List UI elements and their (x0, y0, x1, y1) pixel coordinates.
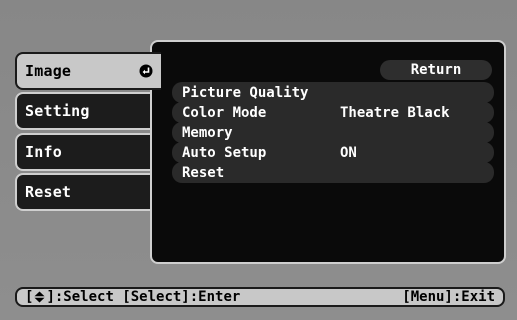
tab-image[interactable]: Image (15, 52, 161, 90)
tab-label: Reset (25, 183, 72, 201)
menu-item-reset[interactable]: Reset (172, 162, 494, 183)
help-select-hint: [ ]:Select [Select]:Enter (25, 289, 402, 305)
tab-reset[interactable]: Reset (15, 173, 161, 211)
menu-list: Picture Quality Color Mode Theatre Black… (172, 82, 494, 183)
menu-item-auto-setup[interactable]: Auto Setup ON (172, 142, 494, 163)
menu-panel: Return Picture Quality Color Mode Theatr… (150, 40, 506, 264)
tab-label: Info (25, 143, 62, 161)
menu-item-label: Reset (182, 164, 225, 181)
help-exit-hint: [Menu]:Exit (402, 289, 495, 305)
menu-item-label: Color Mode (182, 104, 267, 121)
menu-item-label: Auto Setup (182, 144, 267, 161)
projector-menu-screen: Image Setting Info Reset Return Picture … (0, 0, 517, 320)
menu-item-color-mode[interactable]: Color Mode Theatre Black (172, 102, 494, 123)
enter-icon (139, 64, 153, 78)
return-button[interactable]: Return (380, 60, 492, 80)
help-bar: [ ]:Select [Select]:Enter [Menu]:Exit (15, 287, 505, 307)
tab-label: Image (25, 62, 72, 80)
bracket-open: [ (25, 289, 34, 305)
menu-item-picture-quality[interactable]: Picture Quality (172, 82, 494, 103)
menu-item-label: Memory (182, 124, 233, 141)
tab-setting[interactable]: Setting (15, 92, 161, 130)
tab-info[interactable]: Info (15, 133, 161, 171)
menu-item-value: Theatre Black (340, 104, 450, 121)
menu-item-label: Picture Quality (182, 84, 309, 101)
select-enter-hint: ]:Select [Select]:Enter (46, 289, 241, 305)
menu-item-memory[interactable]: Memory (172, 122, 494, 143)
up-down-arrow-icon (34, 291, 45, 303)
tab-label: Setting (25, 102, 90, 120)
menu-item-value: ON (340, 144, 357, 161)
